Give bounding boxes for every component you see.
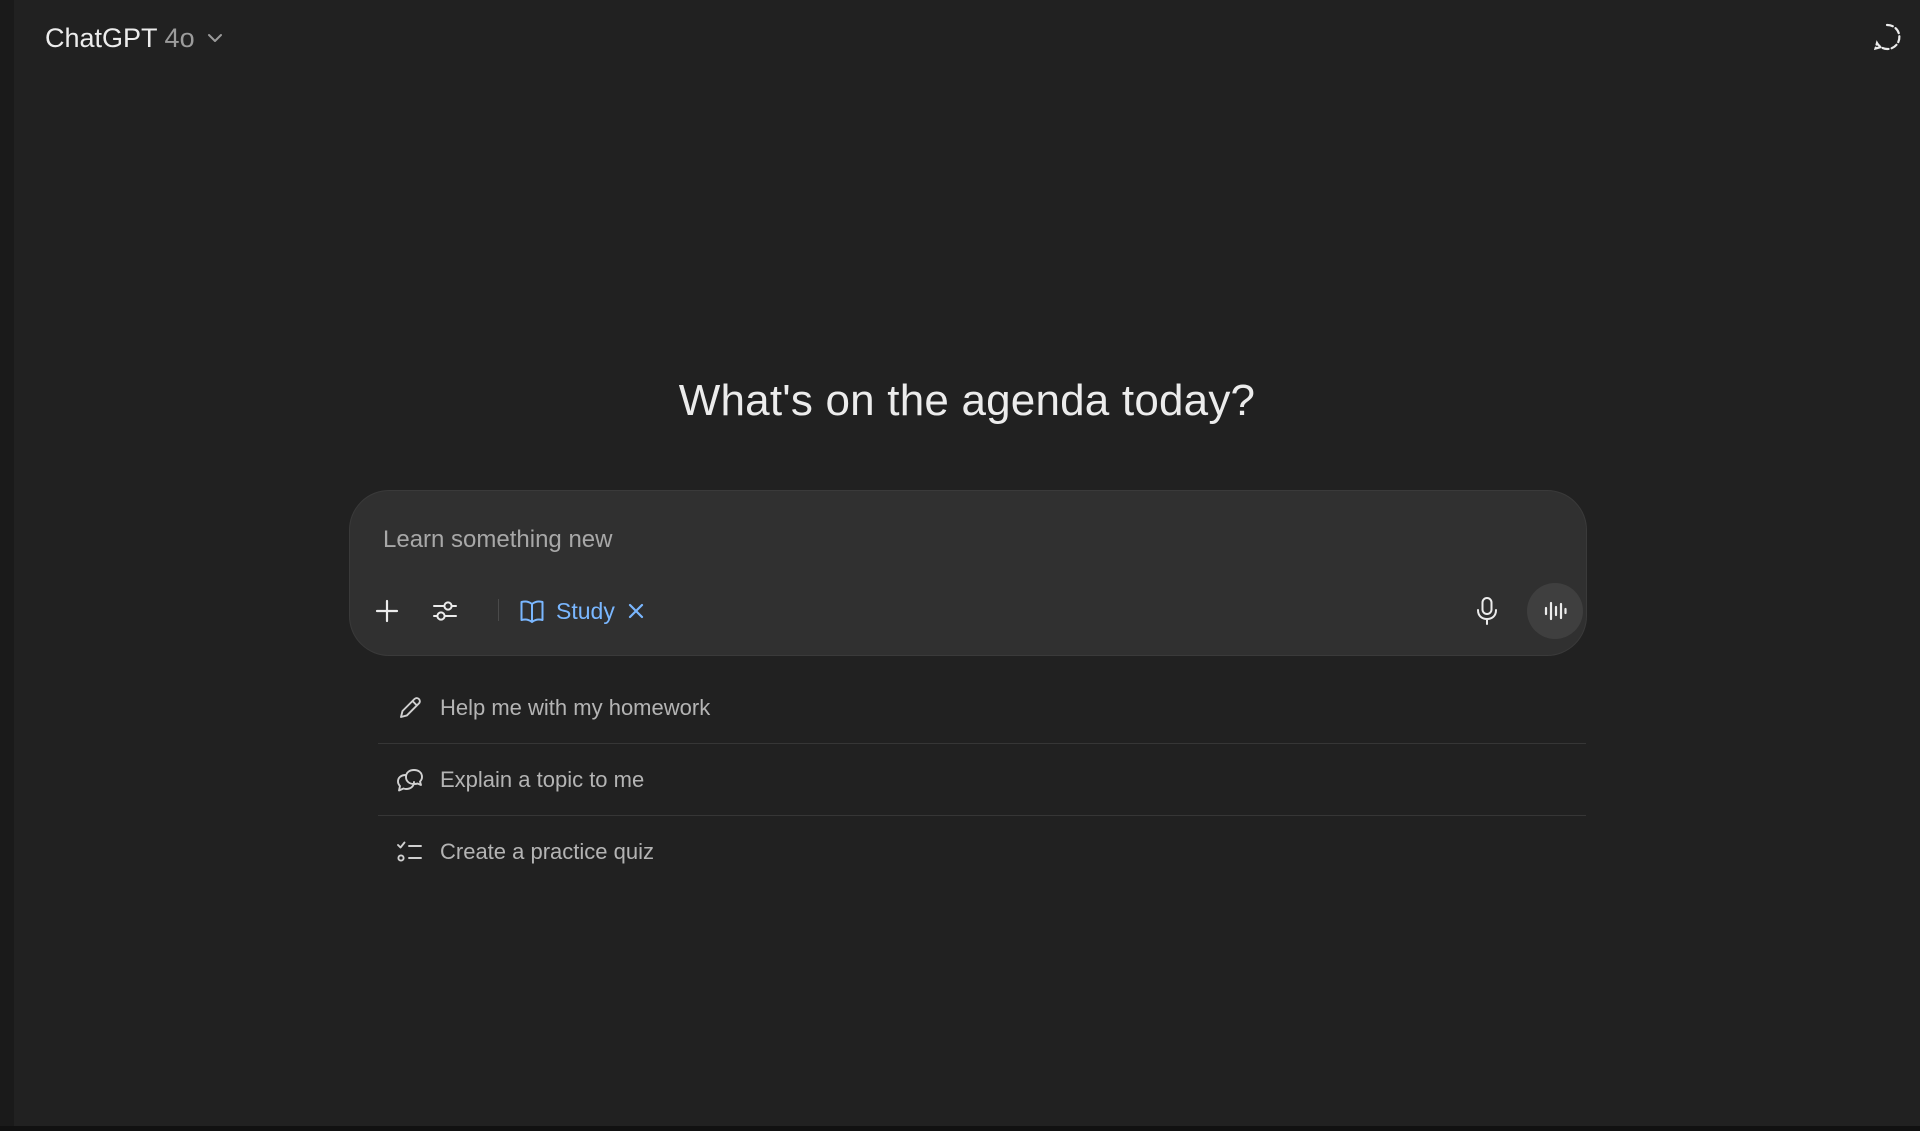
suggestion-homework[interactable]: Help me with my homework — [378, 672, 1586, 744]
checklist-icon — [396, 838, 424, 866]
study-mode-chip[interactable]: Study — [518, 591, 647, 631]
temporary-chat-button[interactable] — [1870, 20, 1904, 54]
study-mode-label: Study — [556, 597, 615, 624]
main-panel: ChatGPT 4o What's on the agenda today? L… — [14, 0, 1920, 1126]
voice-waveform-icon — [1544, 601, 1567, 621]
pencil-icon — [396, 694, 424, 722]
model-version: 4o — [164, 22, 195, 53]
dictate-button[interactable] — [1467, 591, 1507, 631]
chevron-down-icon — [207, 34, 222, 42]
add-attachment-button[interactable] — [367, 591, 407, 631]
microphone-icon — [1477, 597, 1497, 625]
suggestion-list: Help me with my homework Explain a topic… — [378, 672, 1586, 888]
page-headline: What's on the agenda today? — [678, 376, 1256, 425]
dashed-circle-chat-icon — [1873, 23, 1901, 51]
prompt-input[interactable] — [381, 519, 1485, 561]
app-window: ChatGPT 4o What's on the agenda today? L… — [0, 0, 1920, 1131]
suggestion-label: Explain a topic to me — [440, 766, 645, 792]
suggestion-label: Help me with my homework — [440, 694, 711, 720]
close-icon — [628, 603, 643, 619]
tools-button[interactable] — [425, 591, 465, 631]
model-name: ChatGPT — [45, 22, 158, 53]
suggestion-explain-topic[interactable]: Explain a topic to me — [378, 744, 1586, 816]
toolbar-divider — [498, 599, 499, 621]
window-bottom-edge — [0, 1126, 1920, 1131]
composer: Study — [349, 490, 1587, 656]
sliders-icon — [433, 601, 457, 621]
suggestion-label: Create a practice quiz — [440, 839, 654, 864]
remove-study-mode-button[interactable] — [625, 600, 647, 622]
voice-mode-button[interactable] — [1527, 583, 1583, 639]
book-open-icon — [520, 600, 544, 623]
chat-bubbles-icon — [396, 766, 424, 794]
suggestion-practice-quiz[interactable]: Create a practice quiz — [378, 816, 1586, 888]
plus-icon — [375, 599, 399, 623]
model-switcher[interactable]: ChatGPT 4o — [45, 18, 225, 58]
